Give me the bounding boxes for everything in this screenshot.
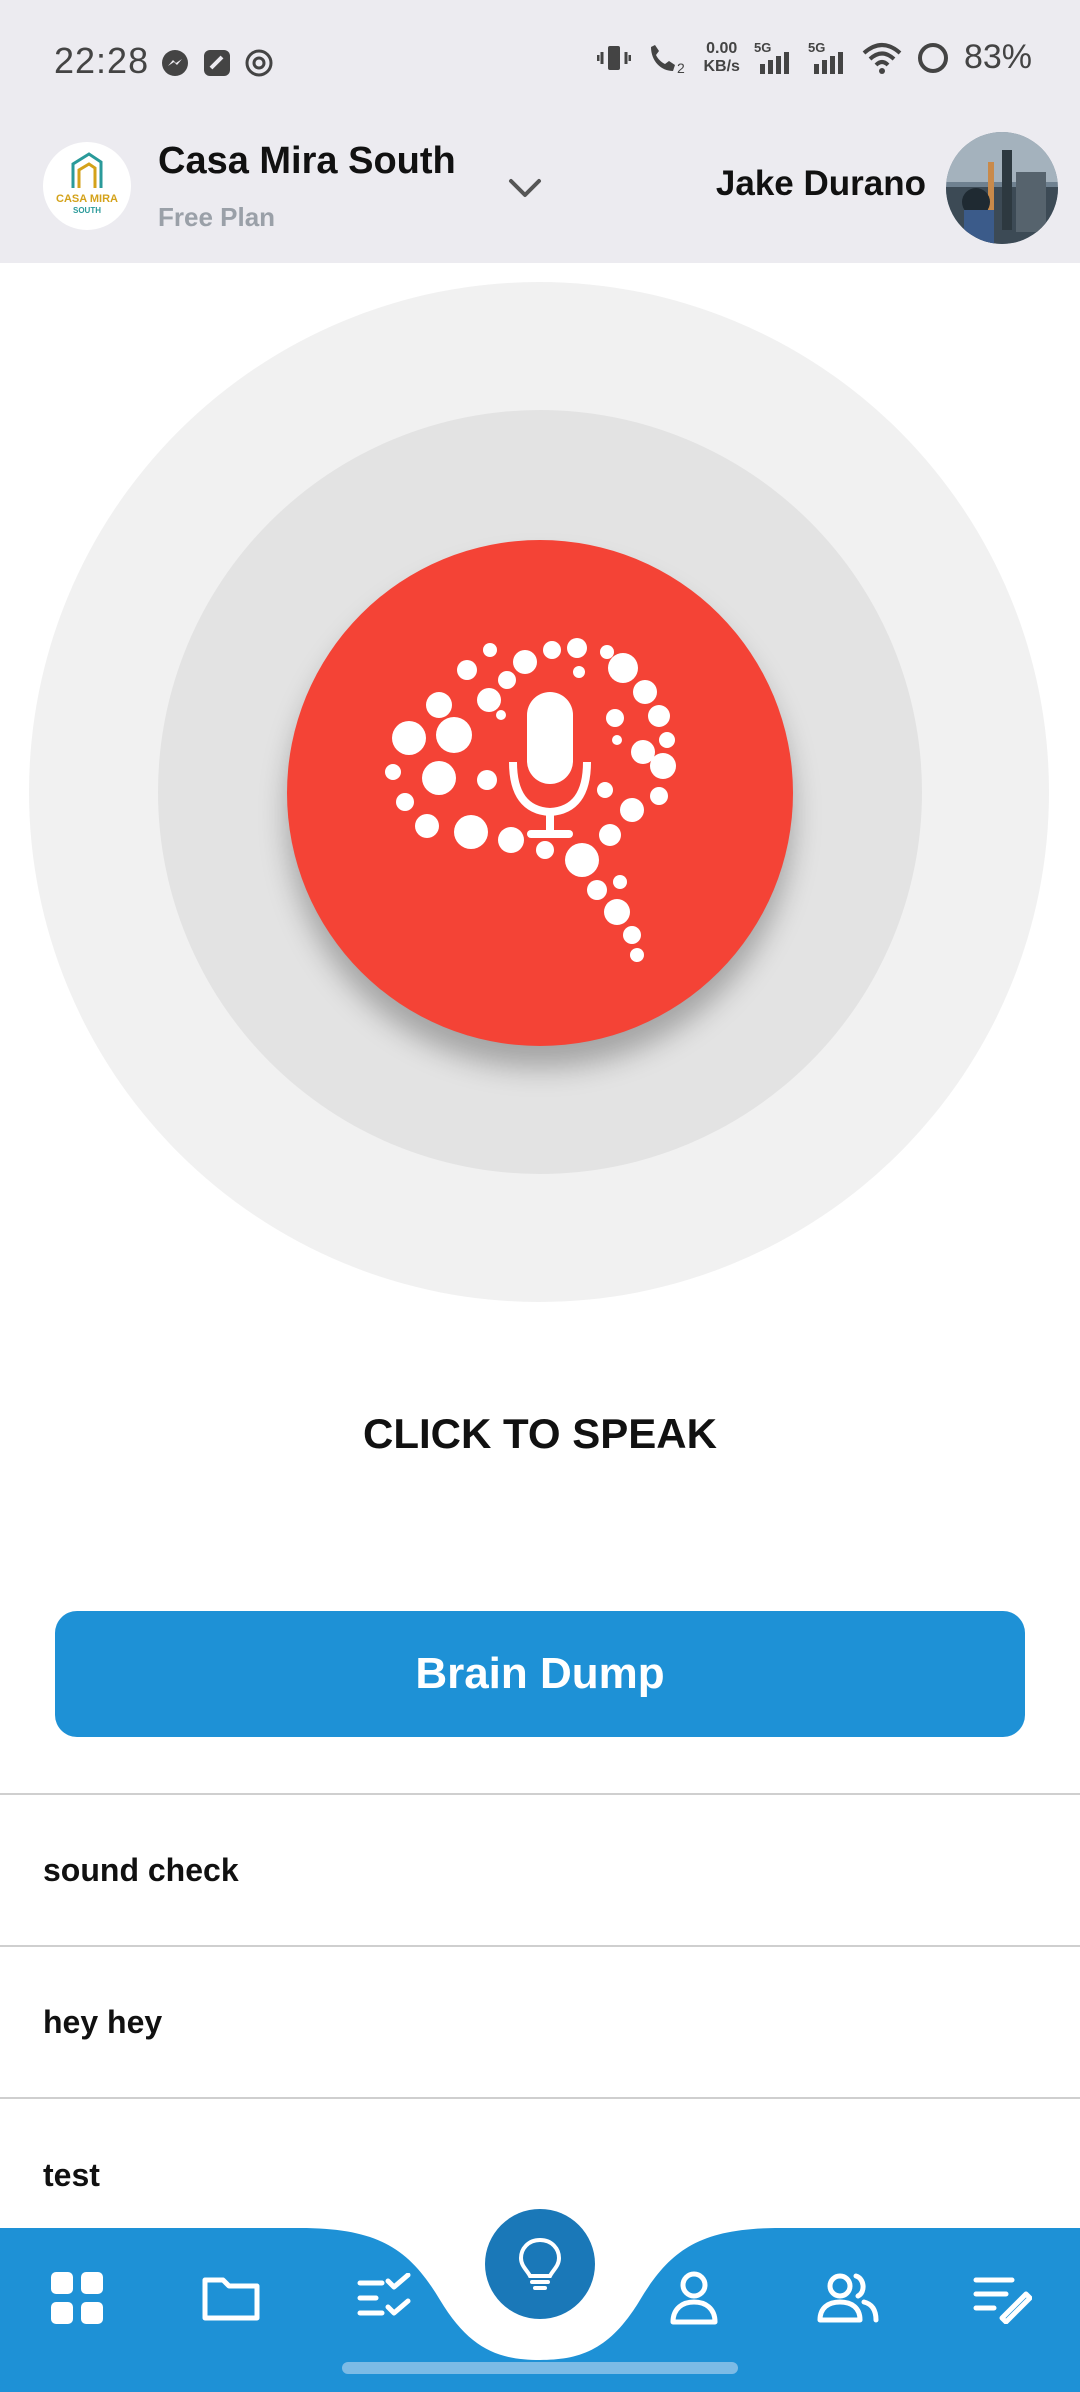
at-sign-icon <box>245 49 273 77</box>
svg-text:CASA MIRA: CASA MIRA <box>56 193 118 205</box>
nav-tasks[interactable] <box>346 2258 426 2338</box>
brain-dump-button[interactable]: Brain Dump <box>55 1611 1025 1737</box>
nav-notes[interactable] <box>962 2258 1042 2338</box>
messenger-icon <box>162 50 188 76</box>
notification-icons <box>160 48 274 78</box>
signal-5g-2-icon: 5G <box>808 40 843 74</box>
vibrate-icon <box>597 45 632 70</box>
svg-text:2: 2 <box>677 60 685 75</box>
people-icon <box>817 2273 879 2323</box>
workspace-logo[interactable]: CASA MIRA SOUTH <box>43 142 131 230</box>
avatar[interactable] <box>946 132 1058 244</box>
list-item[interactable]: sound check <box>0 1795 1080 1947</box>
person-icon <box>670 2271 718 2325</box>
speak-mic-button[interactable] <box>287 540 793 1046</box>
brain-dump-list: sound check hey hey test <box>0 1793 1080 2251</box>
grid-icon <box>51 2272 103 2324</box>
status-time: 22:28 <box>54 40 150 81</box>
avatar-photo <box>946 132 1058 244</box>
nav-dashboard[interactable] <box>37 2258 117 2338</box>
workspace-plan: Free Plan <box>158 202 276 232</box>
svg-text:5G: 5G <box>754 40 771 55</box>
battery-percent: 83% <box>963 38 1032 76</box>
app-notification-icon <box>204 50 230 76</box>
notes-edit-icon <box>973 2277 1032 2324</box>
chevron-down-icon[interactable] <box>505 168 545 208</box>
nav-files[interactable] <box>191 2258 271 2338</box>
nav-team[interactable] <box>808 2258 888 2338</box>
wifi-icon <box>862 42 902 74</box>
folder-icon <box>202 2277 260 2321</box>
brain-mic-icon <box>385 638 676 962</box>
gesture-bar <box>342 2362 738 2374</box>
list-item[interactable]: hey hey <box>0 1947 1080 2099</box>
tasks-icon <box>357 2273 411 2316</box>
svg-text:SOUTH: SOUTH <box>73 206 101 215</box>
net-speed: 0.00 KB/s <box>703 40 739 76</box>
status-bar: 22:28 2 0.00 KB/s 5G 5G 83% <box>0 0 1080 130</box>
click-to-speak-label: CLICK TO SPEAK <box>363 1410 717 1457</box>
nav-ideas-fab[interactable] <box>485 2209 595 2319</box>
svg-text:5G: 5G <box>808 40 825 55</box>
net-speed-value: 0.00 <box>706 39 738 57</box>
battery-ring-icon <box>917 42 948 73</box>
net-speed-unit: KB/s <box>703 57 740 75</box>
signal-5g-1-icon: 5G <box>754 40 789 74</box>
workspace-name[interactable]: Casa Mira South <box>158 140 456 183</box>
bottom-nav <box>0 2209 1080 2392</box>
wifi-call-icon: 2 <box>651 44 685 75</box>
lightbulb-icon <box>518 2237 562 2290</box>
user-name[interactable]: Jake Durano <box>716 164 926 204</box>
casa-mira-logo: CASA MIRA SOUTH <box>56 152 118 215</box>
nav-profile[interactable] <box>654 2258 734 2338</box>
app-header: CASA MIRA SOUTH Casa Mira South Free Pla… <box>0 130 1080 263</box>
status-right: 2 0.00 KB/s 5G 5G 83% <box>597 38 1032 77</box>
